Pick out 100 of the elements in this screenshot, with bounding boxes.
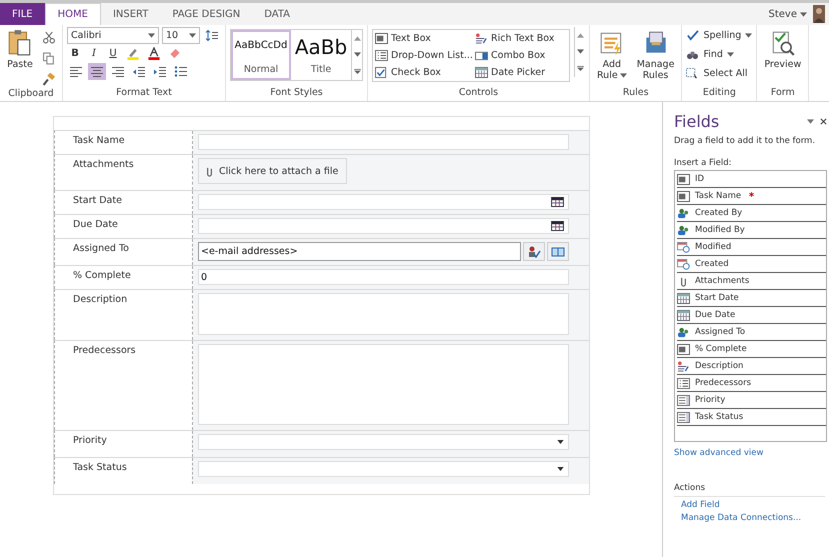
field-item[interactable]: Modified <box>677 239 826 256</box>
attach-file-button[interactable]: Click here to attach a file <box>198 158 348 184</box>
calendar-icon[interactable] <box>551 197 564 207</box>
section-heading: Actions <box>674 483 825 497</box>
date-picker-field[interactable] <box>198 194 569 210</box>
text-box-icon <box>677 190 690 202</box>
field-label: Task Status <box>73 462 127 473</box>
control-item[interactable]: Drop-Down List... <box>375 47 475 64</box>
gallery-scroll-buttons[interactable] <box>574 27 585 77</box>
field-item[interactable]: Description <box>677 358 826 375</box>
italic-button[interactable]: I <box>86 45 102 62</box>
font-size-dropdown[interactable]: 10 <box>162 27 200 44</box>
dropdown-list-icon <box>677 394 690 406</box>
gallery-scroll-buttons[interactable] <box>351 30 362 80</box>
close-icon[interactable] <box>820 118 827 125</box>
action-link[interactable]: Manage Data Connections... <box>681 513 829 523</box>
manage-rules-button[interactable]: Manage Rules <box>634 27 678 83</box>
show-advanced-view-link[interactable]: Show advanced view <box>674 448 829 458</box>
dropdown-list-icon <box>677 412 690 422</box>
text-field[interactable] <box>198 134 569 150</box>
check-names-button[interactable] <box>523 242 545 261</box>
address-book-button[interactable] <box>547 242 569 261</box>
ribbon-tab[interactable]: PAGE DESIGN <box>160 3 252 25</box>
select-all-icon <box>686 68 700 79</box>
rich-text-icon <box>475 33 488 44</box>
dropdown-field[interactable] <box>198 461 569 477</box>
spelling-button[interactable]: Spelling <box>686 27 752 44</box>
checkbox-icon <box>375 67 388 78</box>
calendar-icon[interactable] <box>551 221 564 231</box>
dropdown-field[interactable] <box>198 434 569 450</box>
field-item[interactable]: Priority <box>677 392 826 409</box>
bold-button[interactable]: B <box>67 45 83 62</box>
style-option[interactable]: AaBb Title <box>291 30 351 80</box>
field-item[interactable]: Task Status <box>677 409 826 426</box>
field-item[interactable]: % Complete <box>677 341 826 358</box>
field-item[interactable]: Due Date <box>677 307 826 324</box>
file-tab[interactable]: FILE <box>0 3 45 25</box>
align-center-icon[interactable] <box>88 63 106 80</box>
caret-icon <box>148 33 155 38</box>
ribbon-tab[interactable]: DATA <box>252 3 302 25</box>
field-item[interactable]: Created By <box>677 205 826 222</box>
find-button[interactable]: Find <box>686 46 734 63</box>
scissors-icon[interactable] <box>40 29 58 46</box>
combo-box-icon <box>475 50 488 61</box>
select-all-button[interactable]: Select All <box>686 65 748 82</box>
calendar-icon <box>677 292 690 304</box>
caret-icon[interactable] <box>557 440 564 444</box>
control-item[interactable]: Text Box <box>375 30 475 47</box>
field-item[interactable]: Predecessors <box>677 375 826 392</box>
people-picker-field[interactable]: <e-mail addresses> <box>198 242 521 261</box>
calendar-clock-icon <box>677 242 690 252</box>
people-icon <box>677 224 690 236</box>
underline-button[interactable]: U <box>105 45 121 62</box>
group-label: Format Text <box>115 87 173 100</box>
field-item[interactable]: Assigned To <box>677 324 826 341</box>
ribbon-tab[interactable]: INSERT <box>100 3 160 25</box>
group-label: Rules <box>622 87 650 100</box>
caret-icon[interactable] <box>557 467 564 471</box>
control-item[interactable]: Combo Box <box>475 47 567 64</box>
add-rule-button[interactable]: Add Rule <box>594 27 630 83</box>
action-link[interactable]: Add Field <box>681 500 829 510</box>
format-painter-icon[interactable] <box>40 71 58 88</box>
field-item[interactable]: Attachments <box>677 273 826 290</box>
field-item[interactable]: Created <box>677 256 826 273</box>
group-label: Controls <box>458 87 500 100</box>
text-box-icon <box>375 33 388 44</box>
people-icon <box>677 208 690 218</box>
field-item[interactable]: Modified By <box>677 222 826 239</box>
font-name-dropdown[interactable]: Calibri <box>67 27 159 44</box>
field-label: Attachments <box>73 159 134 170</box>
control-item[interactable]: Date Picker <box>475 64 567 81</box>
text-box-icon <box>677 344 690 354</box>
field-label: % Complete <box>73 270 131 281</box>
field-label: Start Date <box>73 195 122 206</box>
text-field[interactable]: 0 <box>198 269 569 285</box>
field-label: Description <box>73 294 128 305</box>
rich-text-icon <box>677 360 690 372</box>
field-item[interactable]: ID <box>677 171 826 188</box>
line-spacing-icon[interactable] <box>203 27 221 44</box>
calendar-icon <box>677 310 690 320</box>
control-item[interactable]: Rich Text Box <box>475 30 567 47</box>
group-label: Editing <box>702 87 737 100</box>
multiline-text-field[interactable] <box>198 293 569 335</box>
field-label: Due Date <box>73 219 118 230</box>
control-item[interactable]: Check Box <box>375 64 475 81</box>
field-item[interactable]: Start Date <box>677 290 826 307</box>
group-label: Font Styles <box>269 87 324 100</box>
date-picker-field[interactable] <box>198 218 569 234</box>
multiline-text-field[interactable] <box>198 344 569 425</box>
dropdown-arrow-icon[interactable] <box>807 118 814 125</box>
paste-button[interactable]: Paste <box>4 27 36 72</box>
style-option[interactable]: AaBbCcDd Normal <box>231 30 291 80</box>
caret-icon <box>726 52 734 57</box>
ribbon-tab[interactable]: HOME <box>44 3 101 25</box>
preview-button[interactable]: Preview <box>761 27 804 72</box>
list-icon <box>677 378 690 388</box>
field-label: Assigned To <box>73 243 129 254</box>
avatar-icon[interactable] <box>813 5 825 23</box>
field-item[interactable]: Task Name <box>677 188 826 205</box>
user-menu[interactable]: Steve <box>768 3 797 25</box>
